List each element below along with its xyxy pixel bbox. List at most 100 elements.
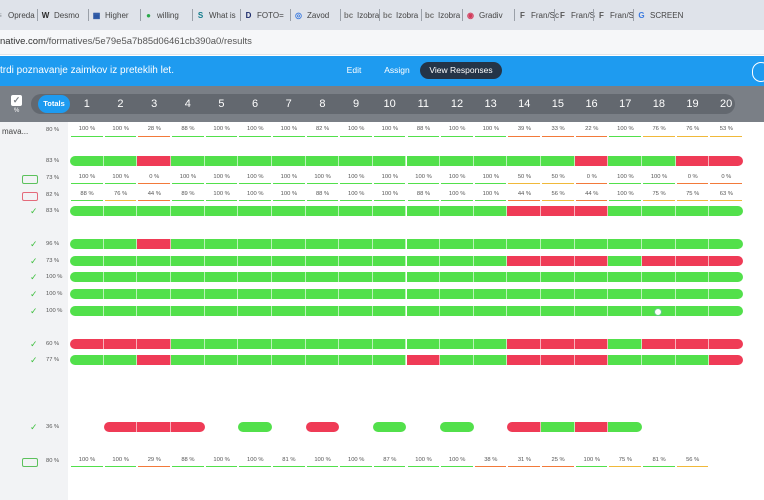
answer-cell[interactable] [473, 256, 508, 266]
answer-cell[interactable] [137, 256, 171, 266]
answer-cell[interactable] [238, 306, 272, 316]
answer-cell[interactable] [608, 272, 643, 282]
answer-cell[interactable] [406, 206, 441, 216]
answer-cell[interactable] [541, 339, 575, 349]
student-check-icon[interactable]: ✓ [30, 239, 38, 250]
answer-cell[interactable] [675, 206, 710, 216]
answer-cell[interactable] [406, 355, 441, 365]
answer-cell[interactable] [541, 289, 575, 299]
student-check-icon[interactable]: ✓ [30, 306, 38, 317]
answer-cell[interactable] [103, 355, 138, 365]
answer-cell[interactable] [642, 239, 676, 249]
answer-cell[interactable] [271, 239, 306, 249]
answer-cell[interactable] [541, 239, 575, 249]
answer-cell[interactable] [507, 206, 542, 216]
answer-cell[interactable] [675, 355, 710, 365]
answer-cell[interactable] [642, 206, 676, 216]
answer-cell[interactable] [473, 306, 508, 316]
answer-cell[interactable] [103, 289, 138, 299]
answer-cell[interactable] [103, 206, 138, 216]
answer-cell[interactable] [709, 239, 743, 249]
answer-cell[interactable] [238, 239, 272, 249]
answer-cell[interactable] [372, 339, 407, 349]
answer-cell[interactable] [238, 339, 272, 349]
answer-cell[interactable] [103, 156, 138, 166]
answer-cell[interactable] [238, 272, 272, 282]
answer-cell[interactable] [70, 339, 104, 349]
answer-cell[interactable] [305, 206, 340, 216]
answer-cell[interactable] [440, 206, 474, 216]
answer-cell[interactable] [608, 355, 643, 365]
answer-cell[interactable] [473, 206, 508, 216]
student-check-icon[interactable]: ✓ [30, 206, 38, 217]
answer-cell[interactable] [574, 289, 609, 299]
answer-cell[interactable] [204, 239, 239, 249]
answer-cell[interactable] [507, 239, 542, 249]
answer-cell[interactable] [574, 306, 609, 316]
student-check-icon[interactable]: ✓ [30, 272, 38, 283]
answer-cell[interactable] [406, 239, 441, 249]
answer-cell[interactable] [608, 156, 643, 166]
answer-cell[interactable] [137, 355, 171, 365]
answer-cell[interactable] [103, 339, 138, 349]
answer-cell[interactable] [170, 306, 205, 316]
answer-cell[interactable] [204, 306, 239, 316]
answer-cell[interactable] [339, 355, 373, 365]
answer-cell[interactable] [574, 156, 609, 166]
answer-cell[interactable] [103, 272, 138, 282]
answer-cell[interactable] [541, 256, 575, 266]
answer-cell[interactable] [339, 272, 373, 282]
answer-cell[interactable] [642, 355, 676, 365]
answer-cell[interactable] [372, 422, 407, 432]
answer-cell[interactable] [305, 289, 340, 299]
answer-cell[interactable] [675, 156, 710, 166]
answer-cell[interactable] [574, 339, 609, 349]
answer-cell[interactable] [473, 156, 508, 166]
answer-cell[interactable] [574, 272, 609, 282]
answer-cell[interactable] [271, 306, 306, 316]
answer-cell[interactable] [608, 306, 643, 316]
answer-cell[interactable] [709, 306, 743, 316]
answer-cell[interactable] [70, 256, 104, 266]
answer-cell[interactable] [137, 272, 171, 282]
answer-cell[interactable] [473, 355, 508, 365]
answer-cell[interactable] [372, 256, 407, 266]
answer-cell[interactable] [238, 206, 272, 216]
answer-cell[interactable] [170, 355, 205, 365]
answer-cell[interactable] [574, 206, 609, 216]
answer-cell[interactable] [204, 256, 239, 266]
answer-cell[interactable] [238, 355, 272, 365]
answer-cell[interactable] [608, 206, 643, 216]
answer-cell[interactable] [238, 256, 272, 266]
answer-cell[interactable] [675, 306, 710, 316]
answer-cell[interactable] [305, 339, 340, 349]
answer-cell[interactable] [473, 239, 508, 249]
student-check-icon[interactable]: ✓ [30, 355, 38, 366]
answer-cell[interactable] [137, 306, 171, 316]
answer-cell[interactable] [440, 422, 474, 432]
answer-cell[interactable] [473, 339, 508, 349]
answer-cell[interactable] [642, 256, 676, 266]
answer-cell[interactable] [137, 239, 171, 249]
answer-cell[interactable] [103, 239, 138, 249]
answer-cell[interactable] [709, 206, 743, 216]
answer-cell[interactable] [642, 156, 676, 166]
answer-cell[interactable] [440, 306, 474, 316]
answer-cell[interactable] [305, 422, 340, 432]
answer-cell[interactable] [675, 272, 710, 282]
answer-cell[interactable] [372, 272, 407, 282]
answer-cell[interactable] [238, 156, 272, 166]
answer-cell[interactable] [137, 339, 171, 349]
answer-cell[interactable] [305, 306, 340, 316]
answer-cell[interactable] [675, 256, 710, 266]
answer-cell[interactable] [170, 206, 205, 216]
answer-cell[interactable] [507, 289, 542, 299]
answer-cell[interactable] [170, 239, 205, 249]
answer-cell[interactable] [339, 306, 373, 316]
answer-cell[interactable] [507, 339, 542, 349]
answer-cell[interactable] [574, 355, 609, 365]
answer-cell[interactable] [339, 156, 373, 166]
answer-cell[interactable] [339, 289, 373, 299]
answer-cell[interactable] [271, 339, 306, 349]
student-check-icon[interactable]: ✓ [30, 339, 38, 350]
